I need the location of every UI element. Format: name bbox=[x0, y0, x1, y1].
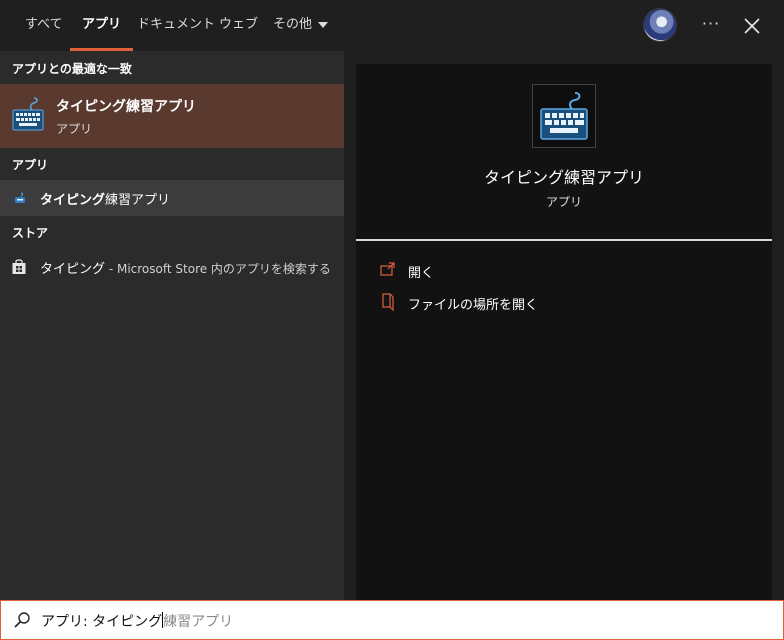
store-header: ストア bbox=[12, 226, 49, 240]
list-item-store[interactable]: タイピング - Microsoft Store 内のアプリを検索する bbox=[0, 254, 344, 282]
store-item-suffix: - Microsoft Store 内のアプリを検索する bbox=[105, 262, 331, 276]
file-location-icon bbox=[382, 293, 394, 311]
avatar[interactable] bbox=[644, 9, 676, 41]
search-typed-text: アプリ: タイピング bbox=[41, 614, 163, 630]
keyboard-icon bbox=[540, 92, 588, 140]
best-match-title: タイピング練習アプリ bbox=[56, 99, 196, 115]
open-action-label: 開く bbox=[408, 266, 435, 281]
app-item-label: タイピング練習アプリ bbox=[40, 189, 170, 208]
close-icon[interactable] bbox=[740, 14, 764, 38]
results-panel: アプリとの最適な一致 タイピング練習アプリ アプリ アプリ タイピング練習アプリ… bbox=[0, 51, 344, 600]
store-icon bbox=[12, 259, 26, 274]
tab-all[interactable]: すべて bbox=[25, 0, 63, 51]
divider bbox=[356, 239, 772, 241]
search-icon bbox=[14, 612, 30, 628]
search-input[interactable]: アプリ: タイピング練習アプリ bbox=[41, 611, 233, 631]
best-match-header: アプリとの最適な一致 bbox=[12, 62, 132, 76]
best-match-item[interactable]: タイピング練習アプリ アプリ bbox=[0, 84, 344, 148]
more-icon[interactable]: ··· bbox=[698, 10, 724, 40]
open-file-location-label: ファイルの場所を開く bbox=[408, 298, 539, 313]
chevron-down-icon bbox=[318, 21, 329, 28]
tab-documents[interactable]: ドキュメント bbox=[137, 0, 215, 51]
keyboard-icon bbox=[12, 97, 44, 131]
tab-more[interactable]: その他 bbox=[273, 0, 329, 51]
preview-app-name: タイピング練習アプリ bbox=[483, 168, 644, 187]
top-bar: すべて アプリ ドキュメント ウェブ その他 ··· bbox=[0, 0, 784, 51]
open-icon bbox=[380, 262, 395, 276]
tab-more-label: その他 bbox=[273, 17, 313, 32]
store-item-label: タイピング - Microsoft Store 内のアプリを検索する bbox=[40, 258, 331, 277]
app-icon-large bbox=[532, 84, 596, 148]
apps-header: アプリ bbox=[12, 158, 49, 172]
preview-app-type: アプリ bbox=[545, 195, 582, 209]
preview-panel: タイピング練習アプリ アプリ 開く ファイルの場所を開く bbox=[356, 64, 772, 600]
tab-apps-label: アプリ bbox=[82, 17, 122, 32]
tab-apps[interactable]: アプリ bbox=[70, 0, 134, 51]
best-match-type: アプリ bbox=[56, 122, 93, 136]
list-item-app[interactable]: タイピング練習アプリ bbox=[0, 180, 344, 216]
app-item-rest: 練習アプリ bbox=[105, 193, 171, 208]
store-item-match: タイピング bbox=[40, 262, 106, 277]
app-item-match: タイピング bbox=[40, 193, 106, 208]
search-bar[interactable]: アプリ: タイピング練習アプリ bbox=[0, 600, 784, 640]
search-suggestion: 練習アプリ bbox=[163, 614, 234, 630]
tab-web[interactable]: ウェブ bbox=[219, 0, 258, 51]
keyboard-icon bbox=[15, 192, 25, 203]
